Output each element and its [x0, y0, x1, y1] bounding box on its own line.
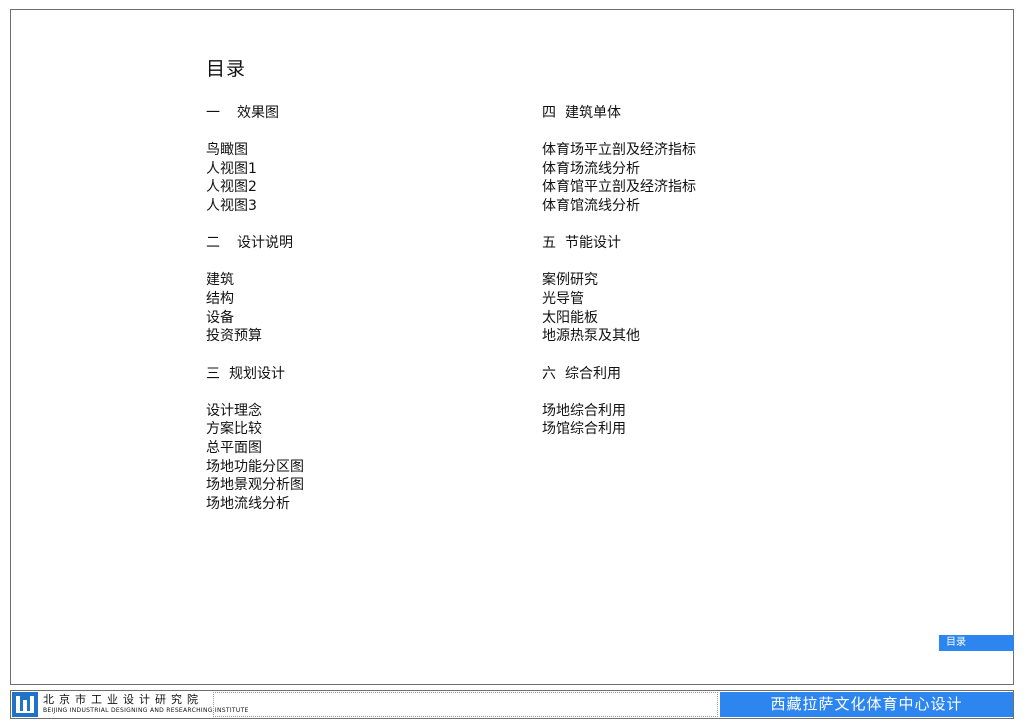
section-heading: 五 节能设计: [542, 234, 842, 252]
toc-item: 人视图2: [206, 179, 257, 196]
toc-item: 光导管: [542, 290, 584, 307]
toc-item: 地源热泵及其他: [542, 328, 640, 345]
section-items: 建筑 结构 设备 投资预算: [206, 271, 506, 345]
toc-item: 鸟瞰图: [206, 142, 248, 158]
toc-item: 建筑: [206, 272, 234, 289]
toc-item: 结构: [206, 290, 234, 307]
section-number: 二: [206, 235, 220, 252]
title-block-field: [213, 692, 718, 717]
section-number: 五: [542, 235, 556, 252]
toc-item: 体育馆平立剖及经济指标: [542, 179, 696, 196]
section-number: 一: [206, 105, 220, 121]
drawing-sheet: [10, 9, 1014, 685]
section-items: 体育场平立剖及经济指标 体育场流线分析 体育馆平立剖及经济指标 体育馆流线分析: [542, 141, 842, 215]
section-heading: 三 规划设计: [206, 365, 506, 383]
toc-section: 五 节能设计 案例研究 光导管 太阳能板 地源热泵及其他: [542, 234, 842, 345]
toc-item: 方案比较: [206, 421, 262, 438]
section-number: 三: [206, 365, 220, 382]
section-items: 设计理念 方案比较 总平面图 场地功能分区图 场地景观分析图 场地流线分析: [206, 402, 506, 514]
section-title: 节能设计: [565, 235, 621, 252]
toc-item: 场地综合利用: [542, 402, 626, 419]
toc-item: 太阳能板: [542, 309, 598, 326]
toc-item: 人视图1: [206, 160, 257, 177]
toc-column-left: 一 效果图 鸟瞰图 人视图1 人视图2 人视图3 二 设计说明 建筑 结构 设备…: [206, 104, 506, 532]
toc-item: 场馆综合利用: [542, 421, 626, 438]
section-title: 效果图: [237, 105, 279, 121]
section-items: 鸟瞰图 人视图1 人视图2 人视图3: [206, 141, 506, 215]
section-heading: 六 综合利用: [542, 365, 842, 383]
toc-item: 总平面图: [206, 439, 262, 456]
toc-item: 场地功能分区图: [206, 458, 304, 475]
toc-item: 设备: [206, 309, 234, 326]
section-number: 六: [542, 365, 556, 382]
toc-item: 设计理念: [206, 402, 262, 419]
toc-item: 体育场平立剖及经济指标: [542, 142, 696, 158]
section-title: 综合利用: [565, 365, 621, 382]
section-heading: 四 建筑单体: [542, 104, 842, 122]
toc-item: 场地流线分析: [206, 495, 290, 512]
toc-section: 三 规划设计 设计理念 方案比较 总平面图 场地功能分区图 场地景观分析图 场地…: [206, 365, 506, 514]
project-title: 西藏拉萨文化体育中心设计: [720, 692, 1013, 717]
toc-section: 六 综合利用 场地综合利用 场馆综合利用: [542, 365, 842, 439]
toc-item: 场地景观分析图: [206, 477, 304, 494]
toc-section: 四 建筑单体 体育场平立剖及经济指标 体育场流线分析 体育馆平立剖及经济指标 体…: [542, 104, 842, 215]
institute-name-cn: 北京市工业设计研究院: [43, 693, 203, 706]
section-items: 案例研究 光导管 太阳能板 地源热泵及其他: [542, 271, 842, 345]
toc-item: 投资预算: [206, 328, 262, 345]
toc-item: 体育场流线分析: [542, 160, 640, 177]
toc-column-right: 四 建筑单体 体育场平立剖及经济指标 体育场流线分析 体育馆平立剖及经济指标 体…: [542, 104, 842, 458]
section-heading: 一 效果图: [206, 104, 506, 122]
section-title: 建筑单体: [565, 105, 621, 121]
section-number: 四: [542, 105, 556, 121]
title-block: 北京市工业设计研究院 BEIJING INDUSTRIAL DESIGNING …: [10, 690, 1014, 719]
section-title: 规划设计: [229, 365, 285, 382]
section-title: 设计说明: [237, 235, 293, 252]
page-title: 目录: [206, 58, 247, 80]
toc-section: 二 设计说明 建筑 结构 设备 投资预算: [206, 234, 506, 345]
section-items: 场地综合利用 场馆综合利用: [542, 402, 842, 439]
toc-item: 体育馆流线分析: [542, 197, 640, 214]
section-heading: 二 设计说明: [206, 234, 506, 252]
institute-logo-icon: [12, 692, 38, 717]
page-tag: 目录: [939, 635, 1014, 651]
toc-item: 案例研究: [542, 272, 598, 289]
toc-section: 一 效果图 鸟瞰图 人视图1 人视图2 人视图3: [206, 104, 506, 215]
toc-item: 人视图3: [206, 197, 257, 214]
